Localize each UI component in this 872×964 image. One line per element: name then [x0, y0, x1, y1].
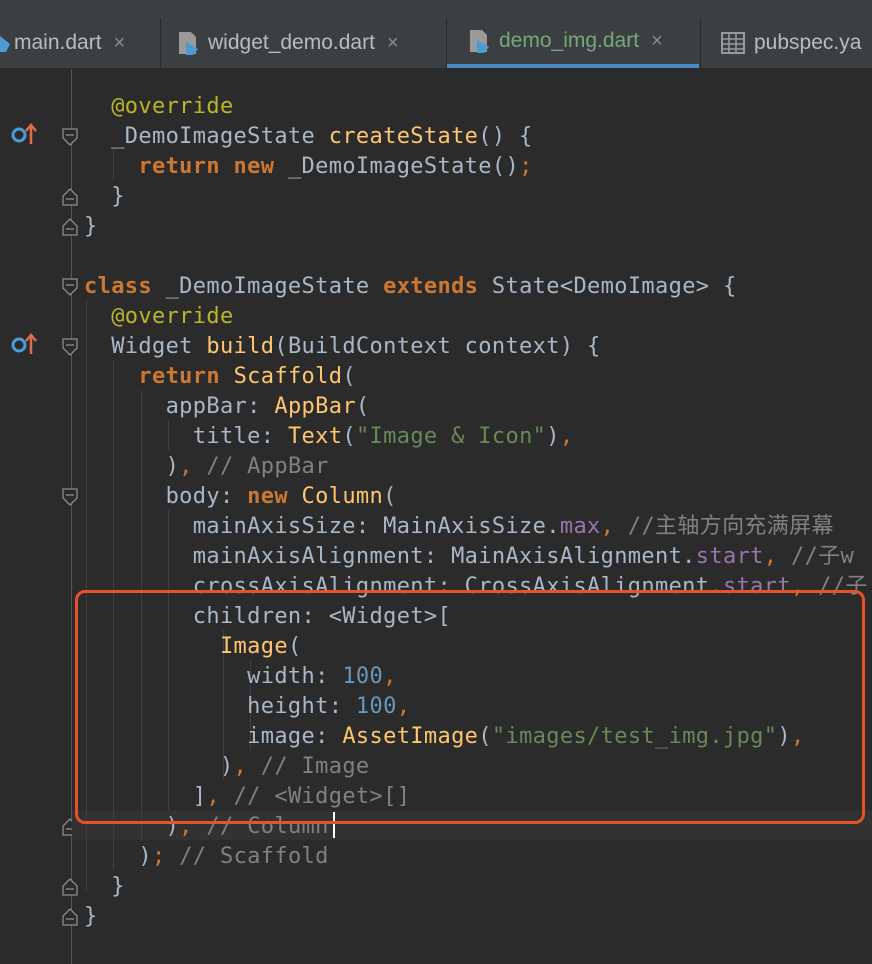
code-token: // Scaffold	[179, 844, 329, 869]
code-line[interactable]: appBar: AppBar(	[84, 392, 370, 422]
code-line[interactable]: }	[84, 212, 98, 242]
code-line[interactable]: ), // AppBar	[84, 452, 329, 482]
code-token: (	[355, 394, 370, 419]
code-token: @override	[111, 94, 234, 119]
tab-label: demo_img.dart	[499, 29, 640, 52]
tab-label: main.dart	[14, 31, 102, 54]
code-line[interactable]: }	[84, 902, 98, 932]
code-token: ,	[600, 514, 628, 539]
override-method-icon[interactable]	[11, 332, 41, 361]
code-token: mainAxisSize: MainAxisSize.	[84, 514, 560, 539]
code-line[interactable]: body: new Column(	[84, 482, 397, 512]
code-token: ;	[151, 844, 180, 869]
code-token: @override	[111, 304, 234, 329]
code-token: appBar:	[84, 394, 275, 419]
code-token: State<DemoImage> {	[491, 274, 737, 299]
fold-icon[interactable]	[62, 908, 78, 926]
tab-pubspec-yaml[interactable]: pubspec.ya	[720, 18, 861, 68]
fold-icon[interactable]	[62, 488, 78, 506]
code-token: _DemoImageState	[165, 274, 384, 299]
code-line[interactable]: @override	[84, 302, 234, 332]
code-token: (	[342, 364, 356, 389]
code-token: Widget	[84, 334, 207, 359]
code-token: _DemoImageState()	[287, 154, 520, 179]
code-token: ,	[179, 454, 207, 479]
tab-demo-img-dart[interactable]: demo_img.dart ×	[447, 18, 699, 68]
fold-icon[interactable]	[62, 218, 78, 236]
code-token: start	[695, 544, 764, 569]
code-token: (BuildContext context) {	[274, 334, 601, 359]
code-token: )	[84, 844, 152, 869]
fold-icon[interactable]	[62, 878, 78, 896]
code-token: createState	[328, 124, 479, 149]
code-line[interactable]: ); // Scaffold	[84, 842, 329, 872]
override-method-icon[interactable]	[11, 122, 41, 151]
code-line[interactable]: Widget build(BuildContext context) {	[84, 332, 601, 362]
code-token: AppBar	[274, 394, 356, 419]
editor-tab-bar: main.dart × widget_demo.dart × demo_img.…	[0, 0, 872, 69]
fold-icon[interactable]	[62, 188, 78, 206]
tab-widget-demo-dart[interactable]: widget_demo.dart ×	[176, 18, 399, 68]
code-line[interactable]: _DemoImageState createState() {	[84, 122, 533, 152]
code-token: title:	[84, 424, 288, 449]
code-token: () {	[478, 124, 533, 149]
tab-label: pubspec.ya	[754, 31, 862, 54]
code-token: return new	[138, 154, 288, 179]
code-line[interactable]: mainAxisSize: MainAxisSize.max, //主轴方向充满…	[84, 512, 834, 542]
dart-file-icon	[176, 30, 200, 56]
tab-main-dart[interactable]: main.dart ×	[0, 18, 125, 68]
close-icon[interactable]: ×	[651, 30, 663, 53]
fold-icon[interactable]	[62, 128, 78, 146]
highlight-annotation-box	[75, 590, 865, 824]
close-icon[interactable]: ×	[387, 32, 399, 55]
code-token: (	[342, 424, 356, 449]
code-line[interactable]: }	[84, 182, 125, 212]
code-token: ,	[559, 424, 574, 449]
table-file-icon	[720, 30, 746, 56]
code-token: Text	[287, 424, 343, 449]
code-line[interactable]: return Scaffold(	[84, 362, 356, 392]
code-token: body:	[84, 484, 248, 509]
code-token: return	[138, 364, 234, 389]
dart-file-icon	[467, 28, 491, 54]
close-icon[interactable]: ×	[114, 32, 126, 55]
code-token: //主轴方向充满屏幕	[627, 514, 834, 539]
code-token: ,	[763, 544, 791, 569]
code-token: (	[383, 484, 397, 509]
code-token: }	[84, 214, 98, 239]
code-token: mainAxisAlignment: MainAxisAlignment.	[84, 544, 696, 569]
code-token: new	[247, 484, 302, 509]
code-token: Scaffold	[233, 364, 343, 389]
fold-icon[interactable]	[62, 278, 78, 296]
code-line[interactable]: title: Text("Image & Icon"),	[84, 422, 574, 452]
code-token: Column	[301, 484, 384, 509]
fold-icon[interactable]	[62, 338, 78, 356]
tab-label: widget_demo.dart	[208, 31, 375, 54]
code-line[interactable]: class _DemoImageState extends State<Demo…	[84, 272, 737, 302]
code-token: "Image & Icon"	[355, 424, 547, 449]
code-token: build	[206, 334, 275, 359]
code-line[interactable]: @override	[84, 92, 234, 122]
code-token: )	[84, 454, 180, 479]
code-token: class	[84, 274, 166, 299]
code-token: )	[546, 424, 560, 449]
code-token: }	[84, 184, 125, 209]
code-line[interactable]: mainAxisAlignment: MainAxisAlignment.sta…	[84, 542, 854, 572]
code-token: max	[559, 514, 601, 539]
code-token: }	[84, 874, 125, 899]
code-token: extends	[383, 274, 492, 299]
code-token: //子w	[790, 544, 855, 569]
code-token: ;	[519, 154, 533, 179]
code-token: // AppBar	[206, 454, 329, 479]
dart-file-icon	[0, 30, 10, 56]
code-token: }	[84, 904, 98, 929]
code-line[interactable]: return new _DemoImageState();	[84, 152, 533, 182]
code-line[interactable]: }	[84, 872, 125, 902]
code-token: _DemoImageState	[84, 124, 329, 149]
